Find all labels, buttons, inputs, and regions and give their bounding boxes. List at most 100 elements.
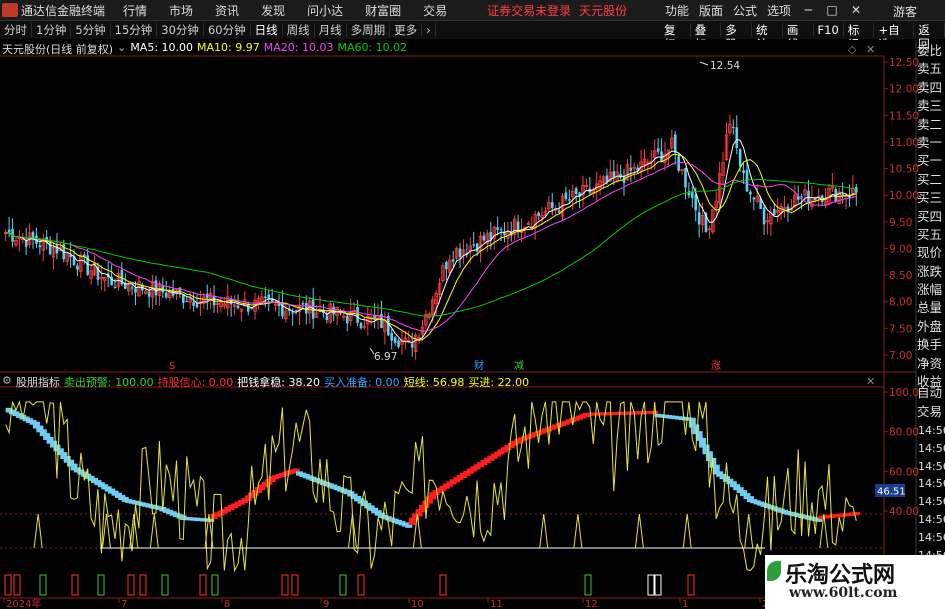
quote-row[interactable]: 卖五 — [917, 60, 945, 78]
candle-body — [550, 202, 554, 208]
event-mark-s[interactable]: S — [169, 361, 175, 372]
candle-body — [445, 261, 448, 270]
quote-row[interactable]: 买三 — [917, 189, 945, 207]
kline-chart[interactable]: 12.50 12.00 11.50 11.00 10.50 10.00 9.50 9.00 8.… — [0, 0, 945, 609]
close-panel-icon[interactable]: ✕ — [866, 43, 875, 56]
quote-row[interactable]: 卖二 — [917, 116, 945, 134]
ind-tick-label: 100.0 — [889, 387, 919, 399]
time-entry: 14:56 — [918, 424, 945, 437]
date-label: 11 — [490, 599, 503, 609]
candle-body — [537, 212, 540, 217]
low-marker: 6.97 — [369, 347, 397, 363]
candle-body — [691, 191, 694, 198]
candle-body — [677, 156, 680, 171]
candle-body — [397, 340, 400, 347]
candle-body — [192, 302, 195, 306]
candle-body — [732, 127, 735, 129]
auto-label[interactable]: 自动 — [917, 383, 945, 402]
time-column: 14:56 14:56 14:56 14:56 14:56 14:56 14:5… — [918, 422, 945, 564]
ind-tick-label: 80.00 — [889, 427, 919, 439]
date-label: 10 — [411, 599, 424, 609]
price-tick-label: 11.00 — [889, 137, 919, 149]
quote-row[interactable]: 委比 — [917, 42, 945, 60]
close-ind-icon[interactable]: ✕ — [866, 375, 875, 388]
quote-row[interactable]: 总量 — [917, 299, 945, 317]
trade-label[interactable]: 交易 — [917, 402, 945, 421]
candle-body — [742, 170, 745, 174]
candle-body — [134, 288, 137, 293]
candle-body — [762, 207, 766, 225]
candle-body — [451, 259, 455, 262]
settings-icon[interactable]: ◇ — [848, 43, 857, 56]
candle-body — [697, 212, 701, 225]
date-label: 2024年 — [6, 597, 41, 609]
watermark-url: www.60lt.com — [789, 585, 898, 601]
time-entry: 14:56 — [918, 512, 945, 526]
leaf-logo-icon — [767, 561, 781, 581]
price-tick-label: 9.50 — [889, 217, 912, 229]
event-mark-finance[interactable]: 财 — [474, 359, 484, 372]
time-entry: 14:56 — [918, 477, 945, 491]
ind-buy-ready: 买入准备: 0.00 — [323, 376, 400, 389]
candle-body — [854, 186, 858, 193]
ind-hold-steady: 把钱拿稳: 38.20 — [237, 376, 320, 389]
quote-row[interactable]: 涨跌 — [917, 263, 945, 281]
candle-body — [410, 343, 414, 348]
candle-body — [294, 309, 298, 311]
quote-row[interactable]: 卖一 — [917, 134, 945, 152]
candle-body — [684, 167, 687, 188]
quote-row[interactable]: 买一 — [917, 152, 945, 170]
indicator-name[interactable]: 股朋指标 — [16, 374, 60, 389]
candle-body — [154, 280, 158, 296]
watermark: 乐淘公式网 www.60lt.com — [765, 555, 945, 609]
ind-gear-icon[interactable]: ⚙ — [2, 374, 12, 388]
ma5-label: MA5: 10.00 — [130, 41, 194, 54]
candle-body — [629, 167, 633, 171]
ma-toggle-icon[interactable]: ⌄ — [117, 41, 126, 55]
price-tick-label: 8.50 — [889, 270, 912, 282]
event-mark-reduce[interactable]: 减 — [514, 360, 524, 372]
candle-body — [7, 229, 11, 233]
quote-row[interactable]: 换手 — [917, 336, 945, 354]
ind-tick-label: 40.00 — [889, 506, 919, 518]
candle-body — [773, 208, 776, 216]
quote-row[interactable]: 买二 — [917, 171, 945, 189]
quote-row[interactable]: 买五 — [917, 226, 945, 244]
candle-body — [301, 303, 305, 305]
candle-body — [673, 134, 677, 153]
ind-current-value: 46.51 — [877, 487, 906, 498]
ind-buy-in: 买进: 22.00 — [468, 376, 530, 389]
candle-body — [393, 337, 397, 343]
price-tick-label: 10.00 — [889, 190, 919, 202]
candle-body — [568, 199, 571, 201]
stock-title[interactable]: 天元股份(日线 前复权) — [2, 41, 113, 56]
event-mark-rise[interactable]: 涨 — [711, 360, 721, 372]
quote-row[interactable]: 买四 — [917, 208, 945, 226]
quote-row[interactable]: 现价 — [917, 244, 945, 262]
candle-body — [113, 286, 117, 288]
candle-body — [325, 315, 329, 321]
date-label: 7 — [121, 599, 127, 609]
time-entry: 14:56 — [918, 495, 945, 509]
candle-body — [346, 316, 349, 324]
quote-row[interactable]: 涨幅 — [917, 281, 945, 299]
auto-trade-panel: 自动 交易 — [917, 383, 945, 421]
quote-row[interactable]: 净资 — [917, 355, 945, 373]
candle-body — [390, 332, 394, 341]
candle-body — [496, 227, 499, 230]
candle-body — [164, 292, 168, 298]
candle-body — [800, 196, 803, 198]
time-entry: 14:56 — [918, 459, 945, 473]
candle-body — [482, 235, 486, 241]
candle-body — [48, 241, 52, 255]
candle-body — [499, 229, 503, 231]
price-tick-label: 12.50 — [889, 57, 919, 69]
price-tick-label: 8.00 — [889, 297, 912, 309]
quote-panel: 委比 卖五 卖四 卖三 卖二 卖一 买一 买二 买三 买四 买五 现价 涨跌 涨… — [917, 42, 945, 391]
ma20-label: MA20: 10.03 — [263, 41, 334, 54]
quote-row[interactable]: 卖三 — [917, 97, 945, 115]
chart-bg — [0, 40, 916, 609]
candle-body — [291, 312, 294, 314]
quote-row[interactable]: 外盘 — [917, 318, 945, 336]
quote-row[interactable]: 卖四 — [917, 79, 945, 97]
